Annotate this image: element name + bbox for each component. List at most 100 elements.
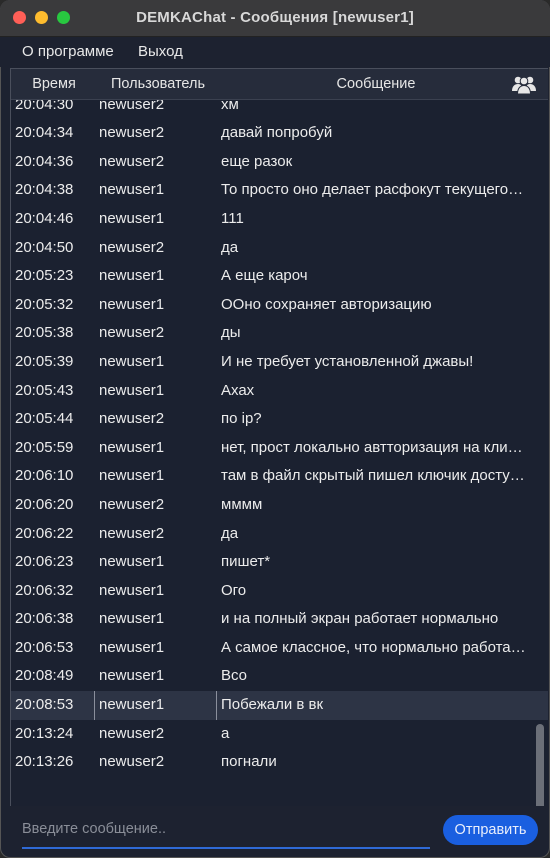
message-time: 20:05:32 (15, 295, 74, 313)
message-text: там в файл скрытый пишел ключик доступа (221, 467, 526, 485)
menu-item-exit[interactable]: Выход (138, 43, 183, 60)
message-user: newuser2 (99, 524, 165, 542)
table-row[interactable]: 20:05:44 newuser2 по ip? (11, 405, 548, 434)
message-user: newuser1 (99, 209, 165, 227)
message-text: Всо (221, 667, 248, 685)
message-time: 20:04:34 (15, 124, 74, 142)
column-header-time[interactable]: Время (19, 76, 89, 92)
table-row[interactable]: 20:05:32 newuser1 ООно сохраняет авторизац… (11, 291, 548, 320)
message-user: newuser1 (99, 667, 165, 685)
message-time: 20:04:50 (15, 238, 74, 256)
table-row[interactable]: 20:06:20 newuser2 мммм (11, 491, 548, 520)
message-text: То просто оно делает расфокут текущего о… (221, 181, 526, 199)
table-header: Время Пользователь Сообщение (11, 69, 548, 100)
message-text: да (221, 238, 239, 256)
message-user: newuser2 (99, 753, 165, 771)
message-input[interactable] (22, 813, 430, 845)
table-row[interactable]: 20:04:38 newuser1 То просто оно делает рас… (11, 176, 548, 205)
message-time: 20:06:53 (15, 638, 74, 656)
table-row[interactable]: 20:06:23 newuser1 пишет* (11, 548, 548, 577)
table-row[interactable]: 20:05:38 newuser2 ды (11, 319, 548, 348)
table-row[interactable]: 20:08:49 newuser1 Всо (11, 662, 548, 691)
message-text: Ого (221, 581, 247, 599)
message-time: 20:05:23 (15, 267, 74, 285)
message-user: newuser1 (99, 610, 165, 628)
table-row[interactable]: 20:06:22 newuser2 да (11, 520, 548, 549)
message-text: по ip? (221, 410, 262, 428)
table-row[interactable]: 20:04:46 newuser1 111 (11, 205, 548, 234)
message-time: 20:08:49 (15, 667, 74, 685)
message-user: newuser1 (99, 295, 165, 313)
message-text: давай попробуй (221, 124, 333, 142)
table-row[interactable]: 20:06:53 newuser1 А самое классное, что но… (11, 634, 548, 663)
message-text: И не требует установленной джавы! (221, 352, 474, 370)
message-time: 20:04:46 (15, 209, 74, 227)
table-row[interactable]: 20:13:26 newuser2 погнали (11, 748, 548, 777)
message-time: 20:13:26 (15, 753, 74, 771)
message-user: newuser2 (99, 410, 165, 428)
message-text: А самое классное, что нормально работает… (221, 638, 526, 656)
table-row[interactable]: 20:05:23 newuser1 А еще кароч (11, 262, 548, 291)
message-text: Побежали в вк (216, 691, 526, 720)
message-time: 20:05:38 (15, 324, 74, 342)
message-text: пишет* (221, 553, 271, 571)
message-user: newuser1 (99, 553, 165, 571)
message-user: newuser1 (99, 581, 165, 599)
table-row[interactable]: 20:08:53 newuser1 Побежали в вк (11, 691, 548, 720)
message-time: 20:06:10 (15, 467, 74, 485)
title-bar: DEMKAChat - Сообщения [newuser1] (0, 0, 550, 37)
message-time: 20:13:24 (15, 724, 74, 742)
window-title: DEMKAChat - Сообщения [newuser1] (136, 9, 414, 26)
table-row[interactable]: 20:13:24 newuser2 а (11, 720, 548, 749)
message-time: 20:05:59 (15, 438, 74, 456)
table-row[interactable]: 20:04:36 newuser2 еще разок (11, 148, 548, 177)
column-header-user[interactable]: Пользователь (103, 76, 213, 92)
message-text: ООно сохраняет авторизацию (221, 295, 432, 313)
message-user: newuser2 (99, 495, 165, 513)
message-user: newuser1 (99, 267, 165, 285)
message-user: newuser1 (99, 181, 165, 199)
messages-table[interactable]: 20:04:27newuser2а20:04:30newuser2хм20:04… (10, 68, 548, 806)
messages-list: 20:04:27newuser2а20:04:30newuser2хм20:04… (11, 69, 548, 777)
message-user: newuser1 (94, 691, 214, 720)
column-header-message[interactable]: Сообщение (226, 76, 526, 92)
message-text: Ахах (221, 381, 255, 399)
chat-window: DEMKAChat - Сообщения [newuser1] О прогр… (0, 0, 550, 858)
message-text: ды (221, 324, 241, 342)
table-row[interactable]: 20:06:32 newuser1 Ого (11, 577, 548, 606)
message-time: 20:08:53 (15, 696, 74, 714)
table-row[interactable]: 20:05:43 newuser1 Ахах (11, 377, 548, 406)
message-user: newuser2 (99, 124, 165, 142)
table-row[interactable]: 20:06:10 newuser1 там в файл скрытый пишел… (11, 462, 548, 491)
message-user: newuser1 (99, 381, 165, 399)
message-time: 20:06:38 (15, 610, 74, 628)
message-user: newuser2 (99, 324, 165, 342)
message-user: newuser1 (99, 352, 165, 370)
users-icon[interactable] (511, 73, 537, 95)
table-row[interactable]: 20:06:38 newuser1 и на полный экран работа… (11, 605, 548, 634)
send-button[interactable]: Отправить (443, 815, 538, 845)
message-user: newuser2 (99, 238, 165, 256)
message-time: 20:05:44 (15, 410, 74, 428)
message-user: newuser1 (99, 638, 165, 656)
message-time: 20:05:39 (15, 352, 74, 370)
menu-bar: О программе Выход (0, 37, 550, 67)
table-row[interactable]: 20:04:34 newuser2 давай попробуй (11, 119, 548, 148)
message-input-wrapper (22, 813, 430, 849)
table-row[interactable]: 20:05:59 newuser1 нет, прост локально автт… (11, 434, 548, 463)
message-time: 20:06:32 (15, 581, 74, 599)
menu-item-about[interactable]: О программе (22, 43, 114, 60)
message-time: 20:06:23 (15, 553, 74, 571)
message-time: 20:04:36 (15, 152, 74, 170)
message-text: нет, прост локально автторизация на клие… (221, 438, 526, 456)
message-text: да (221, 524, 239, 542)
message-user: newuser2 (99, 152, 165, 170)
table-row[interactable]: 20:05:39 newuser1 И не требует установленн… (11, 348, 548, 377)
table-row[interactable]: 20:04:50 newuser2 да (11, 234, 548, 263)
message-user: newuser2 (99, 724, 165, 742)
message-time: 20:06:20 (15, 495, 74, 513)
message-text: погнали (221, 753, 277, 771)
vertical-scrollbar[interactable] (536, 724, 544, 806)
message-text: и на полный экран работает нормально (221, 610, 499, 628)
message-time: 20:05:43 (15, 381, 74, 399)
